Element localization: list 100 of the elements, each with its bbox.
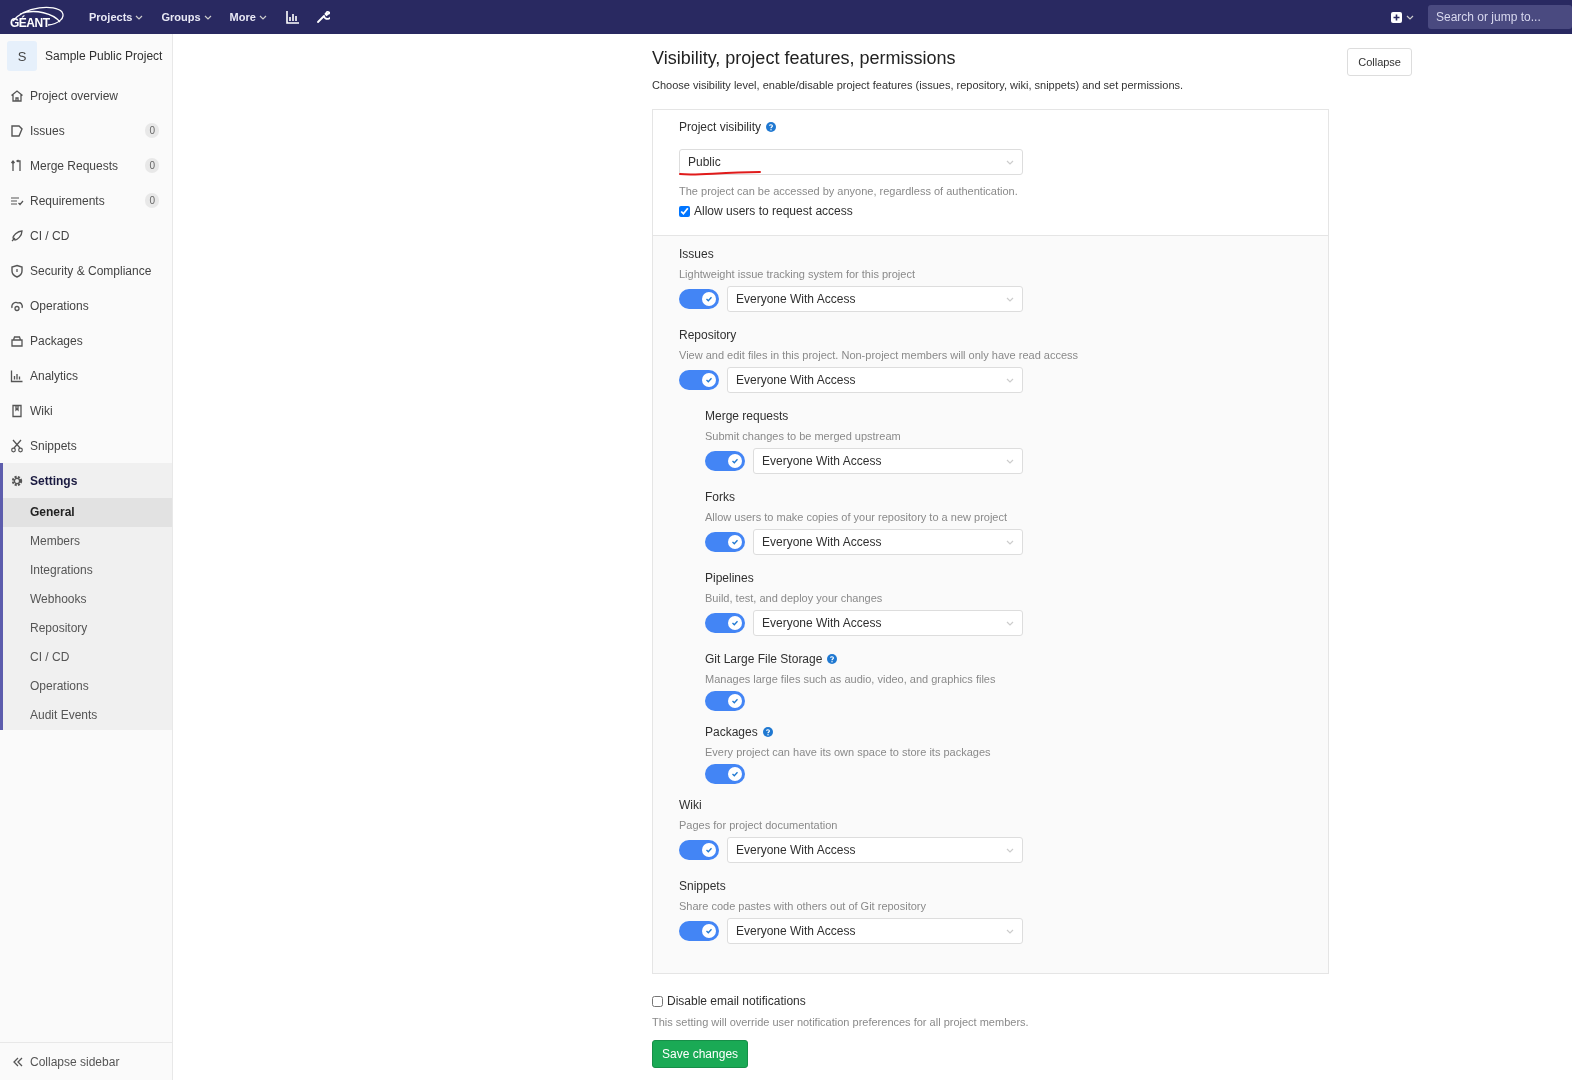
- feature-title: Issues: [679, 247, 714, 261]
- nav-menu-button[interactable]: Projects: [82, 7, 151, 27]
- sidebar-subitem[interactable]: Operations: [3, 672, 172, 701]
- toggle-switch[interactable]: [705, 691, 745, 711]
- feature-description: Pages for project documentation: [679, 819, 839, 833]
- help-icon[interactable]: [827, 654, 838, 664]
- house-icon: [10, 88, 24, 103]
- help-icon[interactable]: [762, 727, 773, 737]
- field-label: Project visibility: [679, 120, 762, 134]
- plus-icon: [1391, 11, 1402, 23]
- section-description: Choose visibility level, enable/disable project features (issues, repository, wiki, snippets) and set permissions.: [652, 79, 1184, 91]
- section-title: Visibility, project features, permissions: [652, 48, 957, 69]
- sidebar-item[interactable]: Issues 0: [0, 113, 172, 148]
- help-icon[interactable]: [766, 122, 777, 132]
- feature-description: View and edit files in this project. Non-project members will only have read access: [679, 349, 1080, 363]
- gear-icon: [10, 473, 24, 488]
- nav-menu-button[interactable]: More: [222, 7, 274, 27]
- chevron-down-icon: [1406, 13, 1414, 21]
- sidebar-item[interactable]: Settings: [3, 463, 172, 498]
- logo-text: GÉANT: [10, 16, 50, 30]
- sidebar-item[interactable]: Requirements 0: [0, 183, 172, 218]
- check-icon: [705, 927, 713, 935]
- checkbox-label: Disable email notifications: [667, 994, 806, 1008]
- access-dropdown[interactable]: Everyone With Access: [727, 918, 1023, 944]
- toggle-switch[interactable]: [705, 613, 745, 633]
- toggle-switch[interactable]: [705, 764, 745, 784]
- sidebar-item[interactable]: Wiki: [0, 393, 172, 428]
- toggle-switch[interactable]: [705, 451, 745, 471]
- feature-title: Packages: [705, 725, 758, 739]
- feature-title: Repository: [679, 328, 737, 342]
- logo[interactable]: GÉANT: [8, 2, 64, 32]
- sidebar-subitem[interactable]: Integrations: [3, 556, 172, 585]
- feature-title: Git Large File Storage: [705, 652, 823, 666]
- chevron-down-icon: [1006, 619, 1014, 627]
- access-dropdown[interactable]: Everyone With Access: [753, 448, 1023, 474]
- count-badge: 0: [145, 123, 159, 138]
- sidebar-subitem[interactable]: Audit Events: [3, 701, 172, 730]
- count-badge: 0: [145, 193, 159, 208]
- feature-title: Forks: [705, 490, 735, 504]
- sidebar-subitem[interactable]: CI / CD: [3, 643, 172, 672]
- sidebar-item[interactable]: Analytics: [0, 358, 172, 393]
- feature-title: Snippets: [679, 879, 726, 893]
- chevron-down-icon: [135, 13, 144, 21]
- checkbox[interactable]: [652, 995, 663, 1007]
- feature-description: Every project can have its own space to store its packages: [705, 746, 992, 760]
- sidebar-subitem[interactable]: Members: [3, 527, 172, 556]
- sidebar-item[interactable]: Project overview: [0, 78, 172, 113]
- feature-title: Merge requests: [705, 409, 789, 423]
- feature-description: Lightweight issue tracking system for this project: [679, 268, 916, 282]
- chevron-down-icon: [203, 13, 212, 21]
- access-dropdown[interactable]: Everyone With Access: [727, 837, 1023, 863]
- sidebar-subitem[interactable]: Repository: [3, 614, 172, 643]
- feature-description: Build, test, and deploy your changes: [705, 592, 884, 606]
- feature-description: Share code pastes with others out of Git repository: [679, 900, 928, 914]
- chevron-down-icon: [1006, 376, 1014, 384]
- check-icon: [731, 697, 739, 705]
- search-field[interactable]: Search or jump to...: [1428, 5, 1572, 29]
- toggle-switch[interactable]: [705, 532, 745, 552]
- sidebar-item[interactable]: Snippets: [0, 428, 172, 463]
- checkbox-label: Allow users to request access: [694, 204, 853, 218]
- shield-icon: [10, 263, 24, 278]
- book-icon: [10, 403, 24, 418]
- chevron-down-icon: [1006, 457, 1014, 465]
- bar-chart-icon: [10, 368, 24, 383]
- collapse-button[interactable]: Collapse: [1347, 48, 1412, 76]
- check-icon: [731, 538, 739, 546]
- checkbox[interactable]: [679, 205, 690, 217]
- issue-icon: [10, 123, 24, 138]
- feature-description: Submit changes to be merged upstream: [705, 430, 902, 444]
- sidebar-item[interactable]: Operations: [0, 288, 172, 323]
- nav-menu-button[interactable]: Groups: [154, 7, 219, 27]
- sidebar-item[interactable]: CI / CD: [0, 218, 172, 253]
- toggle-switch[interactable]: [679, 370, 719, 390]
- sidebar-subitem[interactable]: General: [3, 498, 172, 527]
- visibility-dropdown[interactable]: Public: [679, 149, 1023, 175]
- count-badge: 0: [145, 158, 159, 173]
- check-icon: [731, 770, 739, 778]
- project-name[interactable]: Sample Public Project: [45, 49, 163, 63]
- scissors-icon: [10, 438, 24, 453]
- merge-icon: [10, 158, 24, 173]
- bar-chart-icon[interactable]: [285, 10, 300, 24]
- sidebar-item[interactable]: Merge Requests 0: [0, 148, 172, 183]
- package-icon: [10, 333, 24, 348]
- chevron-down-icon: [258, 13, 267, 21]
- access-dropdown[interactable]: Everyone With Access: [753, 529, 1023, 555]
- access-dropdown[interactable]: Everyone With Access: [727, 286, 1023, 312]
- chevron-down-icon: [1006, 927, 1014, 935]
- toggle-switch[interactable]: [679, 840, 719, 860]
- chevron-down-icon: [1006, 538, 1014, 546]
- hint-text: This setting will override user notification preferences for all project members.: [652, 1016, 1030, 1028]
- wrench-icon[interactable]: [315, 10, 330, 24]
- check-icon: [731, 457, 739, 465]
- sidebar-subitem[interactable]: Webhooks: [3, 585, 172, 614]
- toggle-switch[interactable]: [679, 289, 719, 309]
- access-dropdown[interactable]: Everyone With Access: [727, 367, 1023, 393]
- toggle-switch[interactable]: [679, 921, 719, 941]
- sidebar-item[interactable]: Packages: [0, 323, 172, 358]
- access-dropdown[interactable]: Everyone With Access: [753, 610, 1023, 636]
- sidebar-item[interactable]: Security & Compliance: [0, 253, 172, 288]
- project-avatar: S: [7, 41, 37, 71]
